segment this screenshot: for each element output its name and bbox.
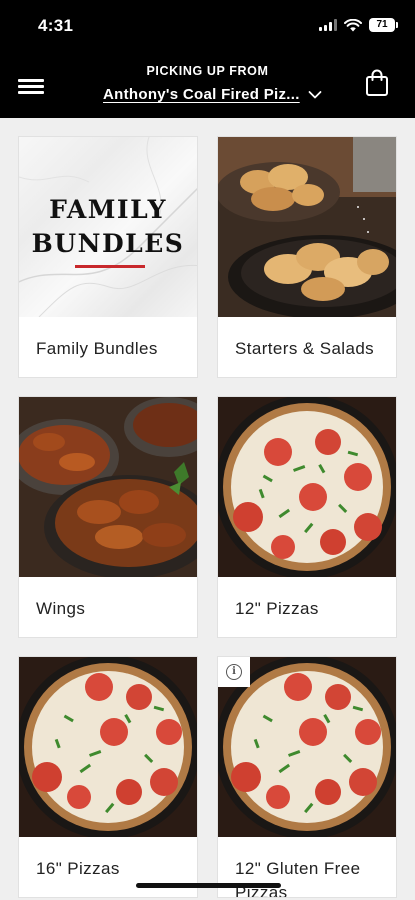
store-name[interactable]: Anthony's Coal Fired Piz... (103, 86, 300, 103)
wifi-icon (344, 18, 362, 31)
wings-photo (19, 397, 197, 577)
pizza-image (218, 397, 396, 577)
status-icons: 71 (319, 18, 398, 32)
pizza-image (19, 657, 197, 837)
category-label: Family Bundles (36, 339, 158, 358)
home-indicator[interactable] (136, 883, 281, 888)
garlic-knots-photo (218, 137, 396, 317)
wings-image (19, 397, 197, 577)
family-bundles-image: FAMILY BUNDLES (19, 137, 197, 317)
cellular-signal-icon (319, 19, 337, 31)
category-card-12-pizzas[interactable]: 12" Pizzas (217, 396, 397, 638)
status-time: 4:31 (38, 16, 74, 35)
info-button[interactable]: i (218, 657, 250, 687)
battery-icon: 71 (369, 18, 398, 32)
garlic-knots-image (218, 137, 396, 317)
margherita-pizza-photo (218, 397, 396, 577)
category-card-starters-salads[interactable]: Starters & Salads (217, 136, 397, 378)
pizza-image: i (218, 657, 396, 837)
category-card-wings[interactable]: Wings (18, 396, 198, 638)
chevron-down-icon (308, 90, 322, 98)
category-label: Starters & Salads (235, 339, 375, 358)
category-label: 16" Pizzas (36, 859, 120, 878)
category-grid: FAMILY BUNDLES Family Bundles Starters &… (0, 118, 415, 900)
app-header: 4:31 71 PICKING UP FROM Anthony's Coal F… (0, 0, 415, 118)
bundle-title-line2: BUNDLES (31, 229, 185, 258)
red-divider (75, 265, 145, 268)
info-icon: i (226, 664, 242, 680)
category-card-16-pizzas[interactable]: 16" Pizzas (18, 656, 198, 898)
marble-texture (19, 137, 197, 317)
shopping-bag-icon[interactable] (365, 69, 389, 97)
category-label: 12" Pizzas (235, 599, 319, 618)
hamburger-menu-icon[interactable] (18, 76, 46, 98)
category-card-12-gluten-free-pizzas[interactable]: i 12" Gluten Free Pizzas (217, 656, 397, 898)
store-selector[interactable]: Anthony's Coal Fired Piz... (103, 86, 322, 103)
category-card-family-bundles[interactable]: FAMILY BUNDLES Family Bundles (18, 136, 198, 378)
bundle-title-line1: FAMILY (49, 195, 167, 224)
pickup-label: PICKING UP FROM (146, 64, 269, 78)
category-label: Wings (36, 599, 86, 618)
category-label: 12" Gluten Free Pizzas (235, 859, 361, 898)
margherita-pizza-photo (19, 657, 197, 837)
